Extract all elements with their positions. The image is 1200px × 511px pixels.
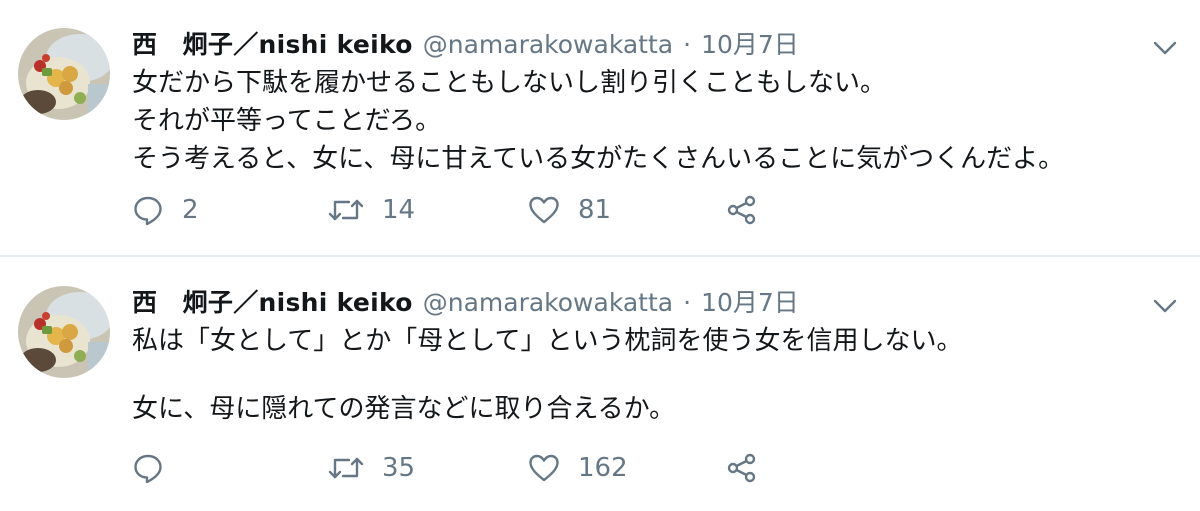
tweet-timeline: 西 炯子／nishi keiko @namarakowakatta · 10月7…: [0, 0, 1200, 511]
heart-icon: [528, 453, 560, 483]
tweet-text: 私は「女として」とか「母として」という枕詞を使う女を信用しない。 女に、母に隠れ…: [132, 322, 1172, 428]
like-count: 81: [578, 195, 612, 225]
heart-icon: [528, 195, 560, 225]
display-name[interactable]: 西 炯子／nishi keiko: [132, 27, 413, 63]
tweet-text-line: 女に、母に隠れての発言などに取り合えるか。: [132, 394, 676, 424]
display-name[interactable]: 西 炯子／nishi keiko: [132, 285, 413, 321]
reply-button[interactable]: [132, 450, 182, 486]
tweet-text-line: 女だから下駄を履かせることもしないし割り引くこともしない。: [132, 68, 887, 98]
tweet-text-line: そう考えると、女に、母に甘えている女がたくさんいることに気がつくんだよ。: [132, 144, 1065, 174]
chevron-down-icon[interactable]: [1152, 38, 1178, 58]
reply-button[interactable]: 2: [132, 192, 199, 228]
share-button[interactable]: [726, 192, 758, 228]
like-count: 162: [578, 453, 628, 483]
reply-count: 2: [182, 195, 199, 225]
retweet-icon: [328, 195, 364, 225]
user-handle[interactable]: @namarakowakatta: [423, 285, 673, 321]
avatar[interactable]: [18, 286, 110, 378]
share-icon: [726, 194, 758, 226]
separator-dot: ·: [683, 288, 692, 317]
tweet-text: 女だから下駄を履かせることもしないし割り引くこともしない。 それが平等ってことだ…: [132, 64, 1172, 178]
retweet-count: 14: [382, 195, 416, 225]
tweet[interactable]: 西 炯子／nishi keiko @namarakowakatta · 10月7…: [0, 0, 1200, 257]
share-button[interactable]: [726, 450, 758, 486]
reply-bubble-icon: [132, 194, 164, 226]
tweet-date[interactable]: 10月7日: [701, 285, 799, 321]
retweet-button[interactable]: 35: [328, 450, 415, 486]
user-handle[interactable]: @namarakowakatta: [423, 27, 673, 63]
retweet-count: 35: [382, 453, 416, 483]
tweet-date[interactable]: 10月7日: [701, 27, 799, 63]
reply-bubble-icon: [132, 452, 164, 484]
tweet-actions: 35 162: [132, 450, 832, 486]
tweet-actions: 2 14 81: [132, 192, 832, 228]
avatar[interactable]: [18, 28, 110, 120]
tweet[interactable]: 西 炯子／nishi keiko @namarakowakatta · 10月7…: [0, 258, 1200, 511]
tweet-text-line: それが平等ってことだろ。: [132, 106, 442, 136]
tweet-header: 西 炯子／nishi keiko @namarakowakatta · 10月7…: [132, 285, 799, 321]
like-button[interactable]: 81: [528, 192, 611, 228]
retweet-button[interactable]: 14: [328, 192, 415, 228]
retweet-icon: [328, 453, 364, 483]
share-icon: [726, 452, 758, 484]
tweet-text-line: 私は「女として」とか「母として」という枕詞を使う女を信用しない。: [132, 326, 963, 356]
separator-dot: ·: [683, 30, 692, 59]
tweet-text-blank-line: [132, 360, 1172, 390]
chevron-down-icon[interactable]: [1152, 296, 1178, 316]
like-button[interactable]: 162: [528, 450, 628, 486]
tweet-header: 西 炯子／nishi keiko @namarakowakatta · 10月7…: [132, 27, 799, 63]
